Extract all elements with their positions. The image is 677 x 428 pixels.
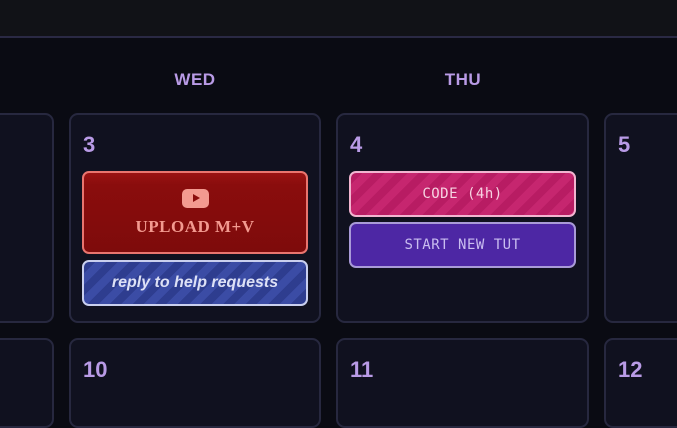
day-cell-fri-partial[interactable]: 12: [604, 338, 677, 428]
event-label: START NEW TUT: [404, 237, 521, 253]
day-cell-tue-partial[interactable]: [0, 338, 54, 428]
event-upload-mv[interactable]: UPLOAD M+V: [82, 171, 308, 254]
date-number: 10: [83, 357, 108, 382]
day-header-wed: WED: [174, 70, 216, 89]
youtube-icon: [181, 188, 209, 208]
day-cell-thu[interactable]: 4 CODE (4h) START NEW TUT: [336, 113, 589, 323]
event-label: reply to help requests: [111, 274, 279, 291]
event-reply-help-requests[interactable]: reply to help requests: [82, 260, 308, 306]
event-code[interactable]: CODE (4h): [349, 171, 576, 217]
event-label: CODE (4h): [422, 186, 503, 202]
date-number: 3: [83, 132, 96, 157]
event-start-new-tut[interactable]: START NEW TUT: [349, 222, 576, 268]
day-cell-wed[interactable]: 10: [69, 338, 321, 428]
date-number: 4: [350, 132, 363, 157]
date-number: 12: [618, 357, 643, 382]
day-cell-tue-partial[interactable]: [0, 113, 54, 323]
date-number: 5: [618, 132, 631, 157]
event-label: UPLOAD M+V: [135, 216, 255, 236]
date-number: 11: [350, 357, 374, 382]
top-bar: [0, 0, 677, 38]
day-header-thu: THU: [444, 70, 482, 89]
day-cell-thu[interactable]: 11: [336, 338, 589, 428]
day-cell-wed[interactable]: 3 UPLOAD M+V reply to help requests: [69, 113, 321, 323]
day-cell-fri-partial[interactable]: 5: [604, 113, 677, 323]
